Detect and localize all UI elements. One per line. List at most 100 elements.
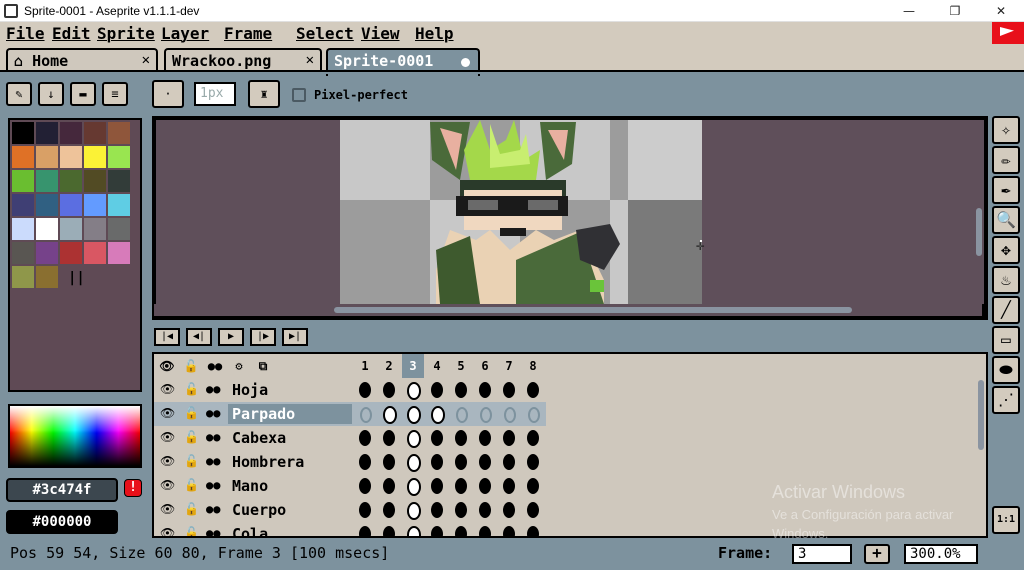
palette-swatch[interactable]: [60, 170, 82, 192]
previous-frame-button[interactable]: ◀|: [186, 328, 212, 346]
palette-swatch[interactable]: [36, 218, 58, 240]
palette-swatch[interactable]: [60, 194, 82, 216]
cel-icon[interactable]: [498, 427, 520, 449]
palette-swatch[interactable]: [12, 146, 34, 168]
zoom-icon[interactable]: 🔍: [992, 206, 1020, 234]
palette-swatch[interactable]: [108, 242, 130, 264]
cel-icon[interactable]: [378, 403, 400, 425]
cel-icon[interactable]: [474, 499, 496, 521]
palette-swatch[interactable]: [12, 122, 34, 144]
blur-icon[interactable]: ⋰: [992, 386, 1020, 414]
palette-swatch[interactable]: [60, 146, 82, 168]
cel-icon[interactable]: [402, 499, 424, 521]
link-header-icon[interactable]: ●●: [204, 354, 226, 378]
frame-header[interactable]: 1: [354, 354, 376, 378]
palette-swatch[interactable]: [108, 194, 130, 216]
palette-swatch[interactable]: [12, 266, 34, 288]
cel-icon[interactable]: [450, 499, 472, 521]
editor-canvas[interactable]: ✛: [156, 120, 984, 304]
cel-icon[interactable]: [426, 427, 448, 449]
lock-icon[interactable]: 🔓: [184, 406, 199, 420]
cel-icon[interactable]: [450, 379, 472, 401]
layer-name[interactable]: Mano: [228, 476, 352, 496]
visibility-icon[interactable]: 👁: [160, 454, 175, 468]
continuous-icon[interactable]: ●●: [206, 406, 220, 420]
background-color-field[interactable]: #000000: [6, 510, 118, 534]
cel-icon[interactable]: [450, 403, 472, 425]
onion-skin-icon[interactable]: ⧉: [252, 354, 274, 378]
lock-icon[interactable]: 🔓: [184, 526, 199, 536]
lock-icon[interactable]: 🔓: [184, 430, 199, 444]
palette-swatch[interactable]: [84, 194, 106, 216]
cel-icon[interactable]: [522, 379, 544, 401]
zoom-fit-button[interactable]: 1:1: [992, 506, 1020, 534]
cel-icon[interactable]: [426, 523, 448, 536]
menu-file[interactable]: File: [6, 24, 45, 43]
frame-input[interactable]: 3: [792, 544, 852, 564]
cel-icon[interactable]: [498, 379, 520, 401]
layer-name[interactable]: Cabexa: [228, 428, 352, 448]
brush-size-input[interactable]: 1px: [194, 82, 236, 106]
timeline-scrollbar[interactable]: [978, 380, 984, 450]
paint-bucket-icon[interactable]: ♨: [992, 266, 1020, 294]
palette-options-icon[interactable]: ≡: [102, 82, 128, 106]
gear-icon[interactable]: ⚙: [228, 354, 250, 378]
sort-palette-icon[interactable]: ↓: [38, 82, 64, 106]
palette-swatch[interactable]: [84, 146, 106, 168]
cel-icon[interactable]: [522, 475, 544, 497]
foreground-color-field[interactable]: #3c474f: [6, 478, 118, 502]
visibility-icon[interactable]: 👁: [160, 526, 175, 536]
palette-swatch[interactable]: [84, 122, 106, 144]
cel-icon[interactable]: [498, 475, 520, 497]
palette-swatch[interactable]: [60, 218, 82, 240]
move-icon[interactable]: ✥: [992, 236, 1020, 264]
palette-swatch[interactable]: [12, 218, 34, 240]
menu-sprite[interactable]: Sprite: [97, 24, 155, 43]
lock-icon[interactable]: 🔓: [184, 454, 199, 468]
palette-swatch[interactable]: [12, 170, 34, 192]
cel-icon[interactable]: [474, 523, 496, 536]
cel-icon[interactable]: [354, 403, 376, 425]
warning-icon[interactable]: !: [124, 479, 142, 497]
cel-icon[interactable]: [378, 451, 400, 473]
lock-icon[interactable]: 🔓: [184, 478, 199, 492]
cel-icon[interactable]: [426, 451, 448, 473]
cel-icon[interactable]: [426, 475, 448, 497]
tab-home[interactable]: ⌂ Home ✕: [6, 48, 158, 72]
cel-icon[interactable]: [402, 523, 424, 536]
cel-icon[interactable]: [474, 475, 496, 497]
layer-row[interactable]: 👁 🔓 ●● Parpado: [154, 402, 546, 426]
new-frame-button[interactable]: +: [864, 544, 890, 564]
lock-icon[interactable]: 🔓: [184, 382, 199, 396]
layer-row[interactable]: 👁 🔓 ●● Cuerpo: [154, 498, 546, 522]
cel-icon[interactable]: [450, 427, 472, 449]
next-frame-button[interactable]: |▶: [250, 328, 276, 346]
play-button[interactable]: ▶: [218, 328, 244, 346]
palette-swatch[interactable]: [108, 218, 130, 240]
cel-icon[interactable]: [474, 379, 496, 401]
palette-swatch[interactable]: [36, 266, 58, 288]
rectangle-icon[interactable]: ▭: [992, 326, 1020, 354]
continuous-icon[interactable]: ●●: [206, 382, 220, 396]
cel-icon[interactable]: [378, 523, 400, 536]
close-window-button[interactable]: ✕: [978, 0, 1024, 22]
cel-icon[interactable]: [498, 451, 520, 473]
cel-icon[interactable]: [378, 499, 400, 521]
cel-icon[interactable]: [426, 499, 448, 521]
minimize-button[interactable]: —: [886, 0, 932, 22]
close-tab-icon[interactable]: ✕: [142, 52, 150, 68]
edit-palette-icon[interactable]: ✎: [6, 82, 32, 106]
frame-header[interactable]: 8: [522, 354, 544, 378]
cel-icon[interactable]: [402, 403, 424, 425]
pencil-icon[interactable]: ✏: [992, 146, 1020, 174]
cel-icon[interactable]: [474, 427, 496, 449]
close-tab-icon[interactable]: ✕: [306, 52, 314, 68]
cel-icon[interactable]: [378, 427, 400, 449]
palette-swatch[interactable]: [12, 242, 34, 264]
lock-header-icon[interactable]: 🔓: [180, 354, 202, 378]
layer-row[interactable]: 👁 🔓 ●● Mano: [154, 474, 546, 498]
layer-name[interactable]: Hombrera: [228, 452, 352, 472]
visibility-icon[interactable]: 👁: [160, 478, 175, 492]
editor-vertical-scrollbar[interactable]: [976, 208, 982, 256]
layer-name[interactable]: Cuerpo: [228, 500, 352, 520]
